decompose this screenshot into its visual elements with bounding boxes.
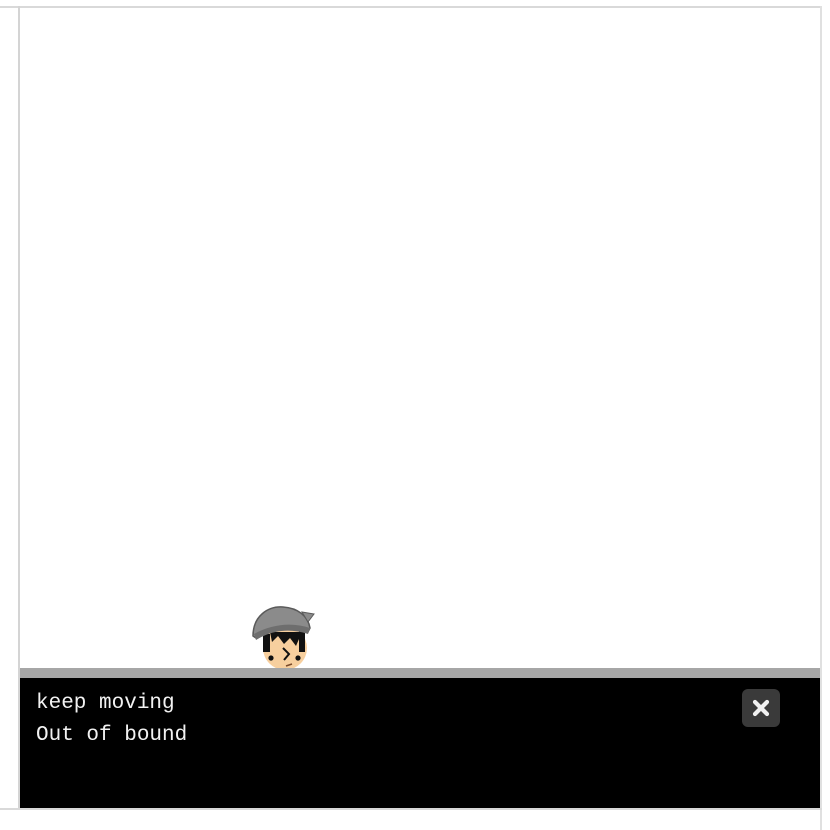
player-character xyxy=(252,606,315,668)
character-hair-left xyxy=(263,634,270,652)
game-stage[interactable] xyxy=(20,8,820,668)
frame-right-border xyxy=(820,6,822,830)
ground-bar xyxy=(20,668,820,678)
frame-bottom-border xyxy=(0,808,822,810)
character-eye-right xyxy=(295,655,301,661)
console-lines: keep moving Out of bound xyxy=(36,688,187,752)
console-line: keep moving xyxy=(36,692,175,715)
console-line: Out of bound xyxy=(36,724,188,747)
close-icon xyxy=(752,699,770,717)
output-console: keep moving Out of bound xyxy=(20,678,820,808)
close-console-button[interactable] xyxy=(742,689,780,727)
character-eye-left xyxy=(268,655,274,661)
game-page: keep moving Out of bound xyxy=(0,0,830,830)
